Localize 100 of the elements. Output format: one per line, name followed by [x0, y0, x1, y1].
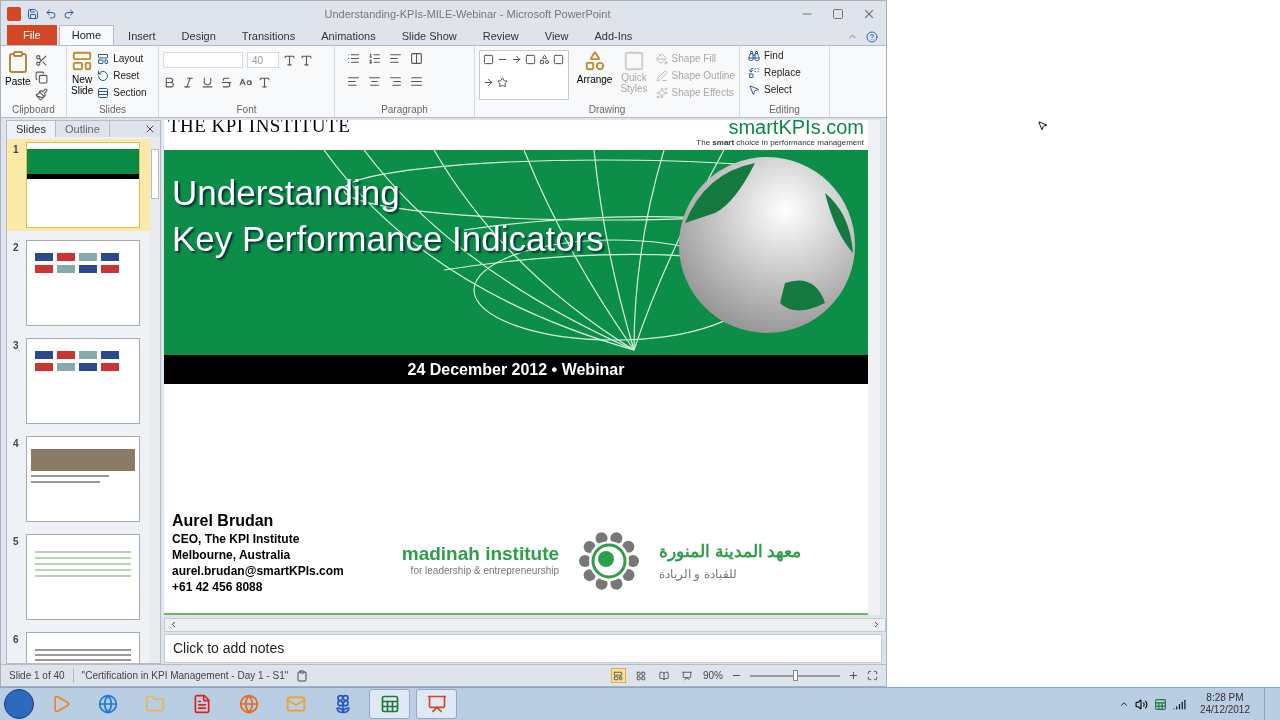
presenter-detail: aurel.brudan@smartKPIs.com [172, 563, 344, 579]
maximize-icon[interactable] [832, 8, 844, 20]
ribbon-tab[interactable]: Home [58, 25, 115, 45]
ribbon-icon [655, 52, 668, 65]
ribbon-tab[interactable]: Design [169, 27, 228, 45]
new-slide-button[interactable]: New Slide [71, 50, 94, 102]
ribbon-tab[interactable]: Transitions [229, 27, 308, 45]
folder-icon [144, 694, 165, 714]
help-icon[interactable] [866, 31, 878, 43]
slide-thumbnail-row[interactable]: 5 [7, 531, 150, 623]
close-panel-icon[interactable] [144, 123, 156, 135]
italic-icon [182, 76, 195, 89]
group-label: Drawing [587, 103, 627, 117]
shapes-gallery[interactable] [479, 50, 569, 100]
zoom-in-icon[interactable] [848, 670, 859, 681]
ribbon-button[interactable]: Section [97, 84, 147, 101]
redo-icon[interactable] [63, 8, 75, 20]
window-title: Understanding-KPIs-MILE-Webinar - Microsoft PowerPoint [323, 6, 612, 22]
ribbon-tab[interactable]: File [7, 25, 57, 45]
columns-icon [410, 52, 423, 65]
slide-number: 1 [13, 143, 20, 157]
slide-thumbnail-row[interactable]: 2 [7, 237, 150, 329]
partner-emblem-icon [579, 531, 640, 591]
horizontal-scrollbar[interactable] [164, 618, 886, 632]
slide-thumbnail-row[interactable]: 4 [7, 433, 150, 525]
ribbon-tab[interactable]: View [532, 27, 581, 45]
align-center-icon [368, 75, 381, 88]
ribbon-tab[interactable]: Animations [309, 27, 388, 45]
notes-placeholder[interactable]: Click to add notes [173, 637, 285, 659]
numbering-icon [368, 52, 381, 65]
mouse-cursor-icon [1037, 120, 1048, 131]
slide-number: 6 [13, 633, 20, 647]
font-name-field[interactable] [163, 52, 243, 68]
group-label: Font [235, 103, 258, 117]
underline-icon [201, 76, 214, 89]
tray-app-icon[interactable] [1153, 697, 1167, 711]
slide-number: 2 [13, 241, 20, 255]
panel-tab[interactable]: Slides [7, 121, 56, 137]
presenter-detail: CEO, The KPI Institute [172, 531, 301, 547]
view-button[interactable] [611, 668, 626, 683]
volume-icon[interactable] [1134, 697, 1148, 711]
slide-thumbnail-row[interactable]: 1 [7, 139, 150, 231]
presentation-icon [426, 694, 447, 714]
shape-icon [553, 54, 564, 65]
date-line: 24 December 2012 • Webinar [407, 359, 625, 380]
save-icon[interactable] [27, 8, 39, 20]
shape-icon [525, 54, 536, 65]
ribbon-button[interactable]: Layout [97, 50, 147, 67]
ribbon-tab[interactable]: Insert [116, 27, 168, 45]
ribbon-tab[interactable]: Add-Ins [582, 27, 645, 45]
globe-icon [97, 694, 118, 714]
arrange-icon [583, 50, 606, 72]
ribbon-icon [748, 49, 760, 62]
shape-icon [483, 54, 494, 65]
ribbon-button[interactable]: Find [748, 47, 821, 64]
indent-icon [389, 52, 402, 65]
ribbon-icon [655, 86, 668, 99]
slide-thumbnail-row[interactable]: 3 [7, 335, 150, 427]
clock-time[interactable]: 8:28 PM [1206, 692, 1244, 704]
zoom-level: 90% [703, 669, 723, 683]
slide-thumbnail-row[interactable]: 6 [7, 629, 150, 663]
close-icon[interactable] [862, 7, 876, 21]
tray-expand-icon[interactable] [1118, 699, 1129, 709]
brush-icon [34, 88, 48, 101]
logo-tagline: The smart choice in performance management [696, 137, 864, 149]
group-label: Clipboard [11, 103, 56, 117]
slide-number: 3 [13, 339, 20, 353]
copy-icon [34, 71, 48, 84]
clock-date[interactable]: 24/12/2012 [1199, 704, 1250, 716]
slide-number: 4 [13, 437, 20, 451]
start-button[interactable] [4, 689, 34, 719]
ribbon-icon [748, 83, 760, 96]
scroll-right-icon [872, 620, 881, 630]
cut-icon [34, 54, 48, 67]
shape-icon [483, 76, 494, 88]
ribbon-tab[interactable]: Slide Show [389, 27, 469, 45]
arrange-button[interactable]: Arrange [576, 50, 613, 102]
ribbon-tab[interactable]: Review [470, 27, 531, 45]
shape-icon [497, 76, 508, 88]
ribbon-icon [97, 69, 110, 82]
bold-icon [163, 76, 176, 89]
ribbon-button[interactable]: Select [748, 81, 821, 98]
taskbar-app-button[interactable] [416, 689, 457, 719]
ribbon-button[interactable]: Reset [97, 67, 147, 84]
group-label: Slides [97, 103, 128, 117]
network-icon[interactable] [1172, 697, 1186, 711]
presenter-name: Aurel Brudan [172, 511, 275, 531]
undo-icon[interactable] [45, 8, 57, 20]
slide-count: Slide 1 of 40 [9, 669, 65, 683]
paste-button[interactable]: Paste [5, 50, 31, 102]
shape-icon [539, 54, 550, 65]
grow-font-icon [283, 53, 296, 67]
spreadsheet-icon [379, 694, 400, 714]
taskbar-app-button[interactable] [369, 689, 410, 719]
partner-name: madinah institute [401, 544, 560, 563]
presenter-detail: +61 42 456 8088 [172, 579, 264, 595]
ribbon-button[interactable]: Replace [748, 64, 821, 81]
justify-icon [410, 75, 423, 88]
brand-logo-text: THE KPI INSTITUTE [168, 120, 351, 134]
fit-icon[interactable] [867, 670, 878, 681]
